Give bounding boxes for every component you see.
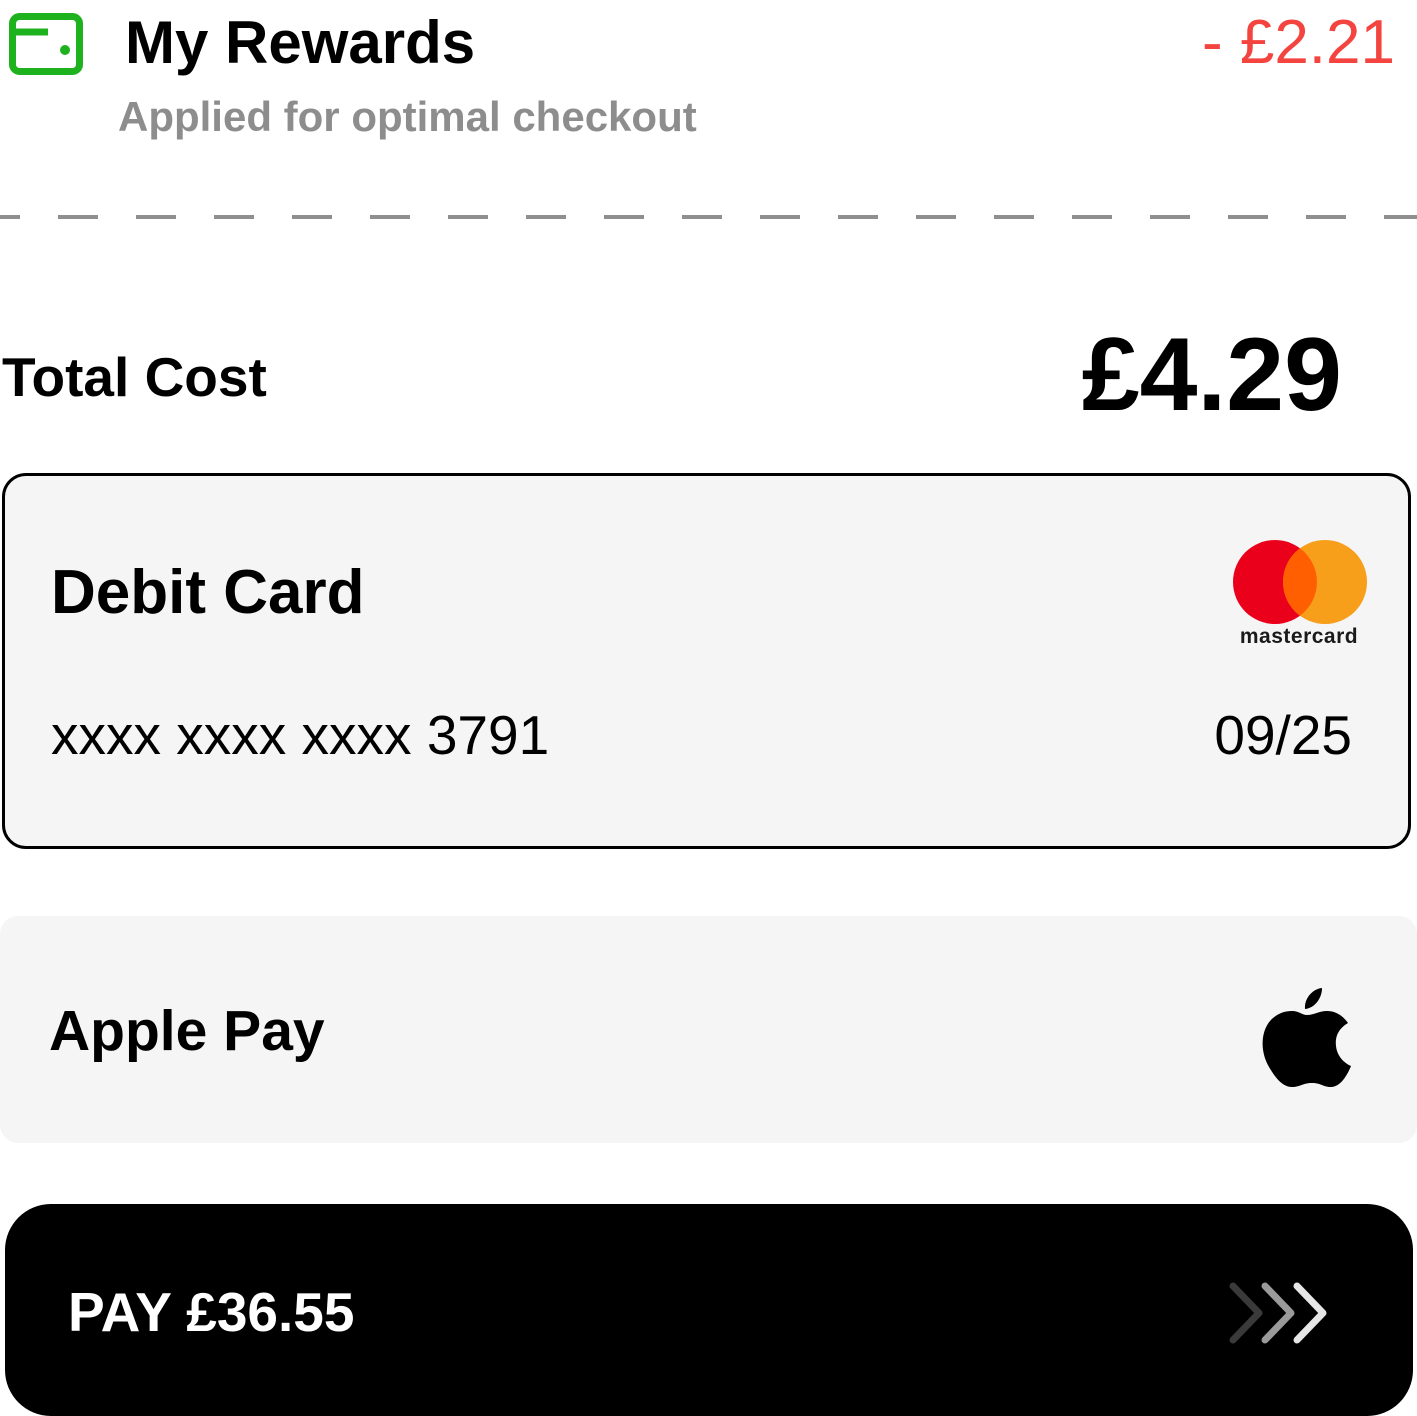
pay-button-label: PAY £36.55: [68, 1281, 355, 1343]
total-cost-label: Total Cost: [2, 346, 267, 408]
mastercard-icon: mastercard: [1231, 540, 1367, 652]
apple-icon: [1262, 988, 1351, 1087]
pay-button[interactable]: PAY £36.55: [5, 1204, 1413, 1416]
apple-pay-label: Apple Pay: [49, 999, 325, 1063]
triple-chevron-right-icon: [1229, 1282, 1327, 1344]
mastercard-wordmark: mastercard: [1239, 625, 1359, 648]
payment-option-apple-pay[interactable]: Apple Pay: [0, 916, 1417, 1143]
wallet-icon: [9, 13, 83, 75]
dashed-divider: [0, 215, 1417, 219]
rewards-title: My Rewards: [125, 9, 476, 76]
card-number: xxxx xxxx xxxx 3791: [51, 704, 550, 766]
payment-option-debit-card[interactable]: Debit Card mastercard xxxx xxxx xxxx 379…: [2, 473, 1411, 849]
rewards-discount-amount: - £2.21: [1201, 8, 1395, 77]
rewards-subtitle: Applied for optimal checkout: [118, 93, 697, 140]
card-expiry: 09/25: [1214, 704, 1352, 766]
total-cost-value: £4.29: [1081, 317, 1342, 433]
debit-card-label: Debit Card: [51, 558, 365, 627]
